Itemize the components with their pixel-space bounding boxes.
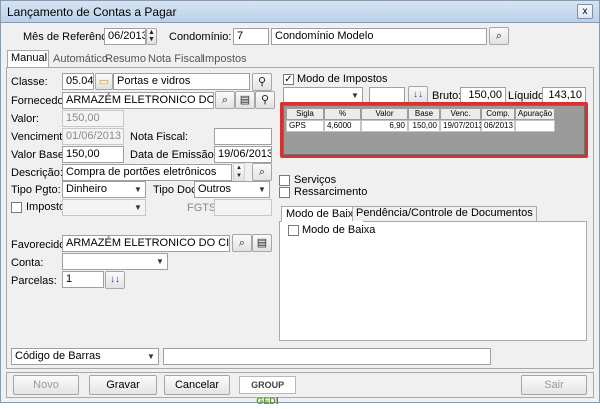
novo-button[interactable]: Novo — [13, 375, 79, 395]
register-icon[interactable]: ▤ — [252, 234, 272, 252]
tab-manual[interactable]: Manual — [7, 50, 49, 68]
favorecido-label: Favorecido: — [11, 239, 69, 251]
nota-fiscal-input[interactable] — [214, 128, 272, 145]
tipo-doc-select[interactable]: Outros ▼ — [194, 181, 270, 198]
tipo-doc-value: Outros — [198, 183, 232, 195]
classe-code-input[interactable]: 05.04 — [62, 73, 94, 90]
search-icon[interactable]: ⚲ — [252, 73, 272, 91]
chevron-down-icon: ▼ — [147, 352, 155, 361]
descricao-input[interactable]: Compra de portões eletrônicos — [62, 164, 232, 181]
servicos-checkbox[interactable] — [279, 175, 290, 186]
chevron-down-icon: ▼ — [351, 91, 359, 100]
split-icon[interactable]: ↓↓ — [105, 271, 125, 289]
highlight-box — [280, 102, 588, 158]
fgts-input[interactable] — [214, 199, 272, 216]
subtab-pendencia[interactable]: Pendência/Controle de Documentos — [352, 206, 537, 221]
sair-button[interactable]: Sair — [521, 375, 587, 395]
tipo-doc-label: Tipo Doc: — [153, 184, 200, 196]
codigo-barras-value: Código de Barras — [15, 350, 101, 362]
codigo-barras-select[interactable]: Código de Barras ▼ — [11, 348, 159, 365]
modo-impostos-label: Modo de Impostos — [297, 73, 388, 85]
tipo-pgto-value: Dinheiro — [66, 183, 107, 195]
register-icon[interactable]: ▤ — [235, 91, 255, 109]
chevron-down-icon: ▼ — [258, 185, 266, 194]
search-icon[interactable]: ⚲ — [255, 91, 275, 109]
scroll-icon[interactable]: ▲ ▼ — [233, 163, 245, 182]
nota-fiscal-label: Nota Fiscal: — [130, 131, 189, 143]
condominio-name-input[interactable]: Condomínio Modelo — [271, 28, 487, 45]
valor-label: Valor: — [11, 113, 39, 125]
conta-label: Conta: — [11, 257, 44, 269]
imposto-label: Imposto — [26, 201, 66, 213]
binoculars-icon[interactable]: ⌕ — [215, 91, 235, 109]
parcelas-label: Parcelas: — [11, 275, 57, 287]
valor-input[interactable]: 150,00 — [62, 110, 124, 127]
condominio-label: Condomínio: — [169, 31, 232, 43]
cancelar-button[interactable]: Cancelar — [164, 375, 230, 395]
group-ged-button[interactable]: GROUP GED! — [239, 376, 296, 406]
data-emissao-input[interactable]: 19/06/2013 — [214, 146, 272, 163]
chevron-down-icon: ▼ — [134, 185, 142, 194]
tipo-pgto-select[interactable]: Dinheiro ▼ — [62, 181, 146, 198]
classe-label: Classe: — [11, 76, 48, 88]
mes-spin-icon[interactable]: ▲ ▼ — [146, 28, 157, 45]
window-title: Lançamento de Contas a Pagar — [7, 5, 177, 19]
title-bar: Lançamento de Contas a Pagar x — [1, 1, 599, 23]
parcelas-input[interactable]: 1 — [62, 271, 104, 288]
favorecido-input[interactable]: ARMAZÉM ELETRONICO DO CICERO — [62, 235, 230, 252]
descricao-label: Descrição: — [11, 167, 63, 179]
valor-base-label: Valor Base: — [11, 149, 68, 161]
ged-text: GED — [256, 396, 276, 406]
imposto-checkbox[interactable] — [11, 202, 22, 213]
codigo-barras-input[interactable] — [163, 348, 491, 365]
main-window: Lançamento de Contas a Pagar x Mês de Re… — [0, 0, 600, 406]
folder-icon[interactable]: ▭ — [95, 73, 113, 90]
chevron-down-icon: ▼ — [134, 203, 142, 212]
ressarcimento-label: Ressarcimento — [294, 186, 368, 198]
classe-name-input[interactable]: Portas e vidros — [113, 73, 250, 90]
ressarcimento-checkbox[interactable] — [279, 187, 290, 198]
binoculars-icon[interactable]: ⌕ — [232, 234, 252, 252]
imposto-select[interactable]: ▼ — [62, 199, 146, 216]
tipo-pgto-label: Tipo Pgto: — [11, 184, 61, 196]
tab-nota-fiscal[interactable]: Nota Fiscal — [145, 52, 206, 68]
chevron-down-icon: ▼ — [156, 257, 164, 266]
valor-base-input[interactable]: 150,00 — [62, 146, 124, 163]
bruto-label: Bruto: — [432, 90, 462, 102]
binoculars-icon[interactable]: ⌕ — [252, 163, 272, 181]
modo-impostos-checkbox[interactable]: ✓ — [283, 74, 294, 85]
tab-impostos[interactable]: Impostos — [199, 52, 250, 68]
binoculars-icon[interactable]: ⌕ — [489, 27, 509, 45]
mes-referencia-input[interactable]: 06/2013 — [104, 28, 146, 45]
servicos-label: Serviços — [294, 174, 337, 186]
condominio-code-input[interactable]: 7 — [233, 28, 269, 45]
subtab-panel — [279, 221, 587, 341]
tab-resumo[interactable]: Resumo — [102, 52, 149, 68]
modo-baixa-checkbox[interactable] — [288, 225, 299, 236]
ged-mark: ! — [275, 396, 279, 406]
vencimento-input[interactable]: 01/06/2013 — [62, 128, 124, 145]
modo-baixa-label: Modo de Baixa — [302, 224, 376, 236]
gravar-button[interactable]: Gravar — [89, 375, 157, 395]
ged-group-text: GROUP — [251, 380, 284, 390]
close-button[interactable]: x — [577, 4, 593, 19]
conta-select[interactable]: ▼ — [62, 253, 168, 270]
fornecedor-input[interactable]: ARMAZÉM ELETRONICO DO CICERO — [62, 92, 214, 109]
